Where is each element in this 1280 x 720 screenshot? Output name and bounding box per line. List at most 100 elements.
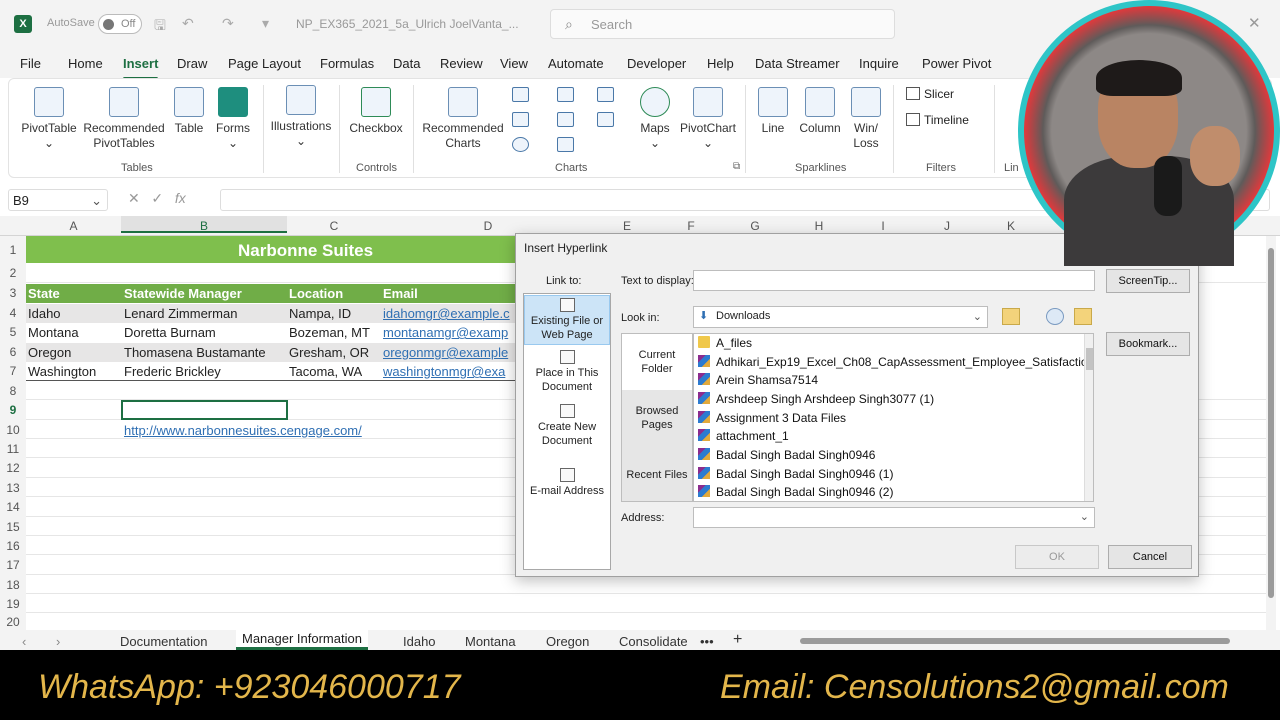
row-header[interactable]: 14 xyxy=(0,500,26,514)
table-cell[interactable]: Frederic Brickley xyxy=(124,364,221,379)
table-cell[interactable]: Thomasena Bustamante xyxy=(124,345,266,360)
sparkline-column-button[interactable]: Column xyxy=(795,87,845,136)
tab-power-pivot[interactable]: Power Pivot xyxy=(922,56,991,71)
column-header[interactable]: E xyxy=(595,219,659,233)
column-chart-icon[interactable] xyxy=(512,87,529,102)
row-header[interactable]: 11 xyxy=(0,442,26,456)
row-header[interactable]: 5 xyxy=(0,325,26,339)
customize-toolbar-icon[interactable]: ▾ xyxy=(262,15,269,32)
bookmark-button[interactable]: Bookmark... xyxy=(1106,332,1190,356)
ok-button[interactable]: OK xyxy=(1015,545,1099,569)
row-header[interactable]: 8 xyxy=(0,384,26,398)
link-option-place-in-document[interactable]: Place in This Document xyxy=(524,350,610,396)
tab-home[interactable]: Home xyxy=(68,56,103,71)
line-chart-icon[interactable] xyxy=(512,112,529,127)
row-header[interactable]: 20 xyxy=(0,615,26,629)
table-cell[interactable]: Bozeman, MT xyxy=(289,325,370,340)
save-icon[interactable]: 🖫 xyxy=(154,15,166,39)
row-header[interactable]: 18 xyxy=(0,578,26,592)
row-header[interactable]: 15 xyxy=(0,520,26,534)
confirm-entry-icon[interactable]: ✓ xyxy=(151,190,163,206)
vertical-scrollbar[interactable] xyxy=(1266,236,1276,630)
row-header[interactable]: 19 xyxy=(0,597,26,611)
column-header[interactable]: F xyxy=(659,219,723,233)
table-cell[interactable]: Lenard Zimmerman xyxy=(124,306,237,321)
row-header[interactable]: 12 xyxy=(0,461,26,475)
list-item[interactable]: Assignment 3 Data Files xyxy=(698,411,846,425)
cancel-button[interactable]: Cancel xyxy=(1108,545,1192,569)
hierarchy-chart-icon[interactable] xyxy=(557,87,574,102)
column-header[interactable]: A xyxy=(26,219,121,233)
close-icon[interactable]: ✕ xyxy=(1248,14,1261,32)
undo-icon[interactable]: ↶ xyxy=(182,15,194,32)
selected-cell-b9[interactable] xyxy=(121,400,288,420)
list-item[interactable]: Arshdeep Singh Arshdeep Singh3077 (1) xyxy=(698,392,934,406)
tab-help[interactable]: Help xyxy=(707,56,734,71)
sheet-tab[interactable]: Montana xyxy=(465,634,516,649)
list-item[interactable]: Badal Singh Badal Singh0946 (2) xyxy=(698,485,893,499)
dialog-launcher-icon[interactable]: ⧉ xyxy=(733,161,740,172)
row-header[interactable]: 2 xyxy=(0,266,26,280)
website-link[interactable]: http://www.narbonnesuites.cengage.com/ xyxy=(124,423,362,438)
sparkline-line-button[interactable]: Line xyxy=(757,87,789,136)
row-header[interactable]: 7 xyxy=(0,364,26,378)
search-box[interactable]: ⌕ Search xyxy=(550,9,895,39)
recent-files-tab[interactable]: Recent Files xyxy=(622,468,692,482)
table-cell[interactable]: Idaho xyxy=(28,306,61,321)
pivotchart-button[interactable]: PivotChart ⌄ xyxy=(677,87,739,151)
up-folder-icon[interactable] xyxy=(1002,308,1020,325)
table-button[interactable]: Table xyxy=(171,87,207,136)
column-header[interactable]: H xyxy=(787,219,851,233)
forms-button[interactable]: Forms ⌄ xyxy=(211,87,255,151)
table-cell[interactable]: Gresham, OR xyxy=(289,345,369,360)
column-header[interactable]: K xyxy=(979,219,1043,233)
email-link[interactable]: idahomgr@example.c xyxy=(383,306,515,321)
redo-icon[interactable]: ↷ xyxy=(222,15,234,32)
tab-review[interactable]: Review xyxy=(440,56,483,71)
timeline-button[interactable]: Timeline xyxy=(906,113,969,127)
list-item[interactable]: Badal Singh Badal Singh0946 xyxy=(698,448,875,462)
row-header[interactable]: 1 xyxy=(0,243,26,257)
header-manager[interactable]: Statewide Manager xyxy=(124,286,242,301)
row-header[interactable]: 10 xyxy=(0,423,26,437)
tab-file[interactable]: File xyxy=(20,56,41,71)
statistic-chart-icon[interactable] xyxy=(557,112,574,127)
link-option-create-new-document[interactable]: Create New Document xyxy=(524,404,610,450)
tab-developer[interactable]: Developer xyxy=(627,56,686,71)
maps-button[interactable]: Maps ⌄ xyxy=(637,87,673,151)
sheet-tab-active[interactable]: Manager Information xyxy=(236,630,368,650)
header-email[interactable]: Email xyxy=(383,286,418,301)
list-item[interactable]: Badal Singh Badal Singh0946 (1) xyxy=(698,467,893,481)
table-cell[interactable]: Nampa, ID xyxy=(289,306,351,321)
list-item[interactable]: Adhikari_Exp19_Excel_Ch08_CapAssessment_… xyxy=(698,355,1093,369)
pie-chart-icon[interactable] xyxy=(512,137,529,152)
table-cell[interactable]: Washington xyxy=(28,364,96,379)
column-header[interactable]: G xyxy=(723,219,787,233)
combo-chart-icon[interactable] xyxy=(597,112,614,127)
email-link[interactable]: washingtonmgr@exa xyxy=(383,364,515,379)
file-list-scrollbar[interactable] xyxy=(1084,334,1093,501)
tab-automate[interactable]: Automate xyxy=(548,56,604,71)
illustrations-button[interactable]: Illustrations ⌄ xyxy=(267,85,335,149)
column-header[interactable]: B xyxy=(121,216,287,233)
tab-page-layout[interactable]: Page Layout xyxy=(228,56,301,71)
sheet-tab[interactable]: Documentation xyxy=(120,634,207,649)
browse-file-icon[interactable] xyxy=(1074,308,1092,325)
row-header[interactable]: 16 xyxy=(0,539,26,553)
file-name[interactable]: NP_EX365_2021_5a_Ulrich JoelVanta_... xyxy=(296,17,519,31)
list-item[interactable]: Arein Shamsa7514 xyxy=(698,373,818,387)
table-cell[interactable]: Oregon xyxy=(28,345,71,360)
scrollbar-thumb[interactable] xyxy=(1268,248,1274,598)
scrollbar-thumb[interactable] xyxy=(1086,348,1093,370)
pivottable-button[interactable]: PivotTable ⌄ xyxy=(21,87,77,151)
email-link[interactable]: oregonmgr@example xyxy=(383,345,515,360)
fx-icon[interactable]: fx xyxy=(175,190,186,206)
list-item[interactable]: A_files xyxy=(698,336,752,350)
header-state[interactable]: State xyxy=(28,286,60,301)
row-header[interactable]: 3 xyxy=(0,286,26,300)
tab-data[interactable]: Data xyxy=(393,56,420,71)
tab-insert[interactable]: Insert xyxy=(123,56,159,80)
more-sheets-icon[interactable]: ••• xyxy=(700,634,714,649)
row-header[interactable]: 13 xyxy=(0,481,26,495)
table-cell[interactable]: Montana xyxy=(28,325,79,340)
